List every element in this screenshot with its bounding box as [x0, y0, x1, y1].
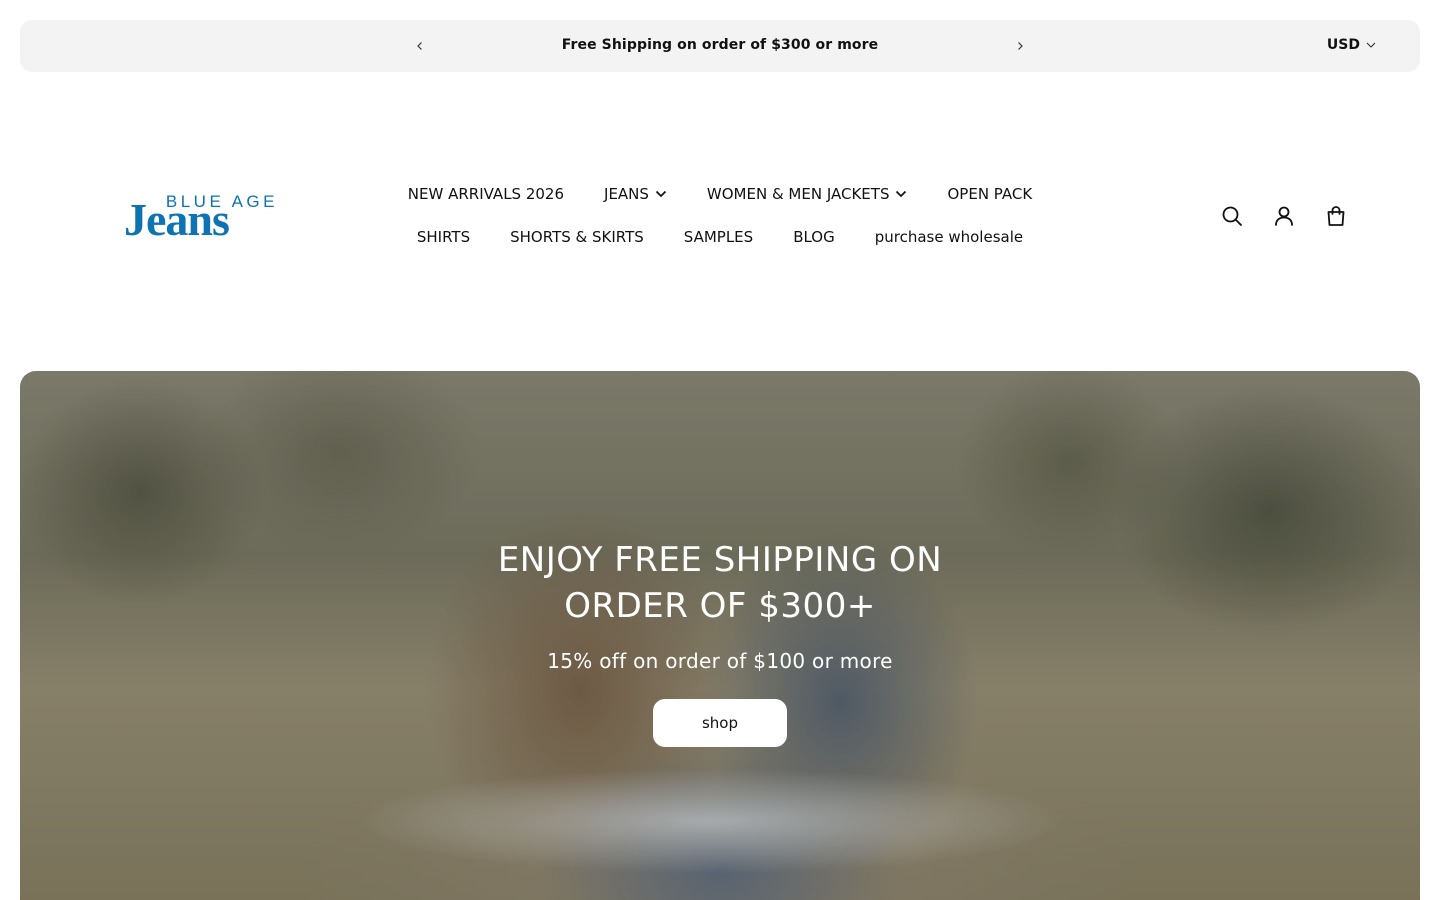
currency-selector[interactable]: USD — [1327, 37, 1376, 53]
chevron-down-icon — [655, 190, 667, 198]
hero-title: ENJOY FREE SHIPPING ON ORDER OF $300+ — [497, 540, 943, 626]
nav-item-samples[interactable]: SAMPLES — [664, 228, 773, 246]
shop-button[interactable]: shop — [653, 699, 787, 747]
search-icon — [1222, 206, 1242, 226]
nav-item-label: SHIRTS — [416, 228, 471, 246]
brand-logo[interactable]: BLUE AGE Jeans — [124, 192, 280, 245]
chevron-right-icon — [1018, 42, 1023, 50]
hero-content: ENJOY FREE SHIPPING ON ORDER OF $300+ 15… — [20, 537, 1420, 747]
nav-item-shorts-skirts[interactable]: SHORTS & SKIRTS — [490, 228, 664, 246]
cart-icon — [1327, 206, 1345, 226]
nav-item-purchase-wholesale[interactable]: purchase wholesale — [855, 228, 1043, 246]
header-actions — [1219, 203, 1349, 229]
nav-row-secondary: SHIRTS SHORTS & SKIRTS SAMPLES BLOG purc… — [380, 219, 1060, 255]
nav-item-label: JEANS — [604, 185, 649, 203]
nav-item-new-arrivals[interactable]: NEW ARRIVALS 2026 — [388, 185, 584, 203]
main-nav: NEW ARRIVALS 2026 JEANS WOMEN & MEN JACK… — [380, 176, 1060, 255]
nav-item-label: SAMPLES — [683, 228, 754, 246]
account-icon — [1275, 206, 1293, 226]
nav-item-jeans[interactable]: JEANS — [584, 185, 687, 203]
nav-item-shirts[interactable]: SHIRTS — [397, 228, 490, 246]
cart-button[interactable] — [1323, 203, 1349, 229]
nav-item-label: NEW ARRIVALS 2026 — [407, 185, 565, 203]
nav-row-primary: NEW ARRIVALS 2026 JEANS WOMEN & MEN JACK… — [380, 176, 1060, 212]
announcement-message: Free Shipping on order of $300 or more — [561, 37, 879, 53]
chevron-down-icon — [1366, 42, 1376, 48]
nav-item-label: WOMEN & MEN JACKETS — [706, 185, 890, 203]
nav-item-open-pack[interactable]: OPEN PACK — [927, 185, 1052, 203]
logo-bottom-text: Jeans — [124, 194, 230, 245]
nav-item-jackets[interactable]: WOMEN & MEN JACKETS — [687, 185, 928, 203]
nav-item-label: purchase wholesale — [874, 228, 1024, 246]
currency-label: USD — [1326, 37, 1360, 53]
hero-subtitle: 15% off on order of $100 or more — [547, 649, 893, 673]
account-button[interactable] — [1271, 203, 1297, 229]
chevron-down-icon — [896, 190, 907, 198]
announcement-bar: Free Shipping on order of $300 or more U… — [20, 20, 1420, 72]
nav-item-blog[interactable]: BLOG — [773, 228, 855, 246]
nav-item-label: SHORTS & SKIRTS — [510, 228, 644, 246]
announcement-next-button[interactable] — [1010, 36, 1030, 56]
hero-banner: ENJOY FREE SHIPPING ON ORDER OF $300+ 15… — [20, 371, 1420, 900]
search-button[interactable] — [1219, 203, 1245, 229]
nav-item-label: BLOG — [793, 228, 835, 246]
nav-item-label: OPEN PACK — [947, 185, 1033, 203]
